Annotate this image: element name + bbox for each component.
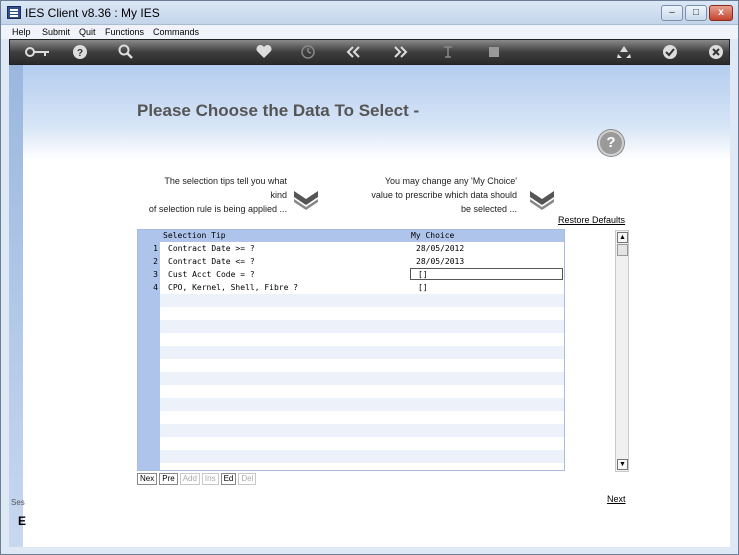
scroll-up-arrow-icon[interactable]: ▲ xyxy=(617,232,628,243)
my-choice-cell[interactable]: 28/05/2012 xyxy=(416,242,464,255)
maximize-button[interactable]: □ xyxy=(685,5,707,21)
menu-quit[interactable]: Quit xyxy=(79,25,96,39)
empty-row[interactable] xyxy=(160,333,564,346)
grid-header: Selection Tip My Choice xyxy=(138,230,564,242)
help-icon[interactable]: ? xyxy=(70,43,90,61)
empty-row[interactable] xyxy=(160,294,564,307)
row-number: 1 xyxy=(153,244,158,253)
tip-left: The selection tips tell you what kind of… xyxy=(147,174,287,216)
tip-right-line: You may change any 'My Choice' xyxy=(384,176,517,186)
app-icon xyxy=(7,6,21,19)
menu-help[interactable]: Help xyxy=(12,25,31,39)
column-header-selection-tip: Selection Tip xyxy=(163,231,226,240)
empty-row[interactable] xyxy=(160,320,564,333)
page-title: Please Choose the Data To Select - xyxy=(137,101,420,120)
my-choice-cell[interactable]: [] xyxy=(418,281,428,294)
chevron-down-icon xyxy=(530,191,554,210)
stop-icon[interactable] xyxy=(484,43,504,61)
empty-row[interactable] xyxy=(160,450,564,463)
table-row[interactable]: 4 CPO, Kernel, Shell, Fibre ? [] xyxy=(153,281,564,294)
empty-row[interactable] xyxy=(160,346,564,359)
edit-record-button[interactable]: Ed xyxy=(220,473,237,485)
delete-record-button[interactable]: Del xyxy=(238,473,257,485)
selection-tip-cell: Cust Acct Code = ? xyxy=(168,270,255,279)
add-record-button[interactable]: Add xyxy=(179,473,200,485)
text-cursor-icon[interactable] xyxy=(438,43,458,61)
next-record-button[interactable]: Nex xyxy=(137,473,158,485)
sidebar-glyph: E xyxy=(18,514,27,528)
close-button[interactable]: x xyxy=(709,5,733,21)
tip-left-line: of selection rule is being applied ... xyxy=(148,204,287,214)
menu-submit[interactable]: Submit xyxy=(42,25,70,39)
help-icon[interactable]: ? xyxy=(598,130,624,156)
selection-tip-cell: Contract Date <= ? xyxy=(168,257,255,266)
row-number: 2 xyxy=(153,257,158,266)
selection-tip-cell: CPO, Kernel, Shell, Fibre ? xyxy=(168,283,299,292)
empty-row[interactable] xyxy=(160,411,564,424)
svg-text:?: ? xyxy=(77,48,83,59)
my-choice-cell[interactable]: [] xyxy=(418,268,428,281)
key-icon[interactable] xyxy=(24,43,52,61)
heart-icon[interactable] xyxy=(254,43,274,61)
next-link[interactable]: Next xyxy=(607,494,626,504)
close-icon[interactable] xyxy=(706,43,726,61)
rewind-icon[interactable] xyxy=(344,43,364,61)
chevron-down-icon xyxy=(294,191,318,210)
recycle-icon[interactable] xyxy=(614,43,634,61)
insert-record-button[interactable]: Ins xyxy=(201,473,219,485)
previous-record-button[interactable]: Pre xyxy=(159,473,178,485)
check-icon[interactable] xyxy=(660,43,680,61)
minimize-button[interactable]: – xyxy=(661,5,683,21)
app-window: IES Client v8.36 : My IES – □ x Help Sub… xyxy=(0,0,739,555)
empty-row[interactable] xyxy=(160,437,564,450)
empty-row[interactable] xyxy=(160,307,564,320)
table-row[interactable]: 1 Contract Date >= ? 28/05/2012 xyxy=(153,242,564,255)
menu-commands[interactable]: Commands xyxy=(153,25,199,39)
selection-grid: Selection Tip My Choice 1 Contract Date … xyxy=(137,229,565,471)
scroll-down-arrow-icon[interactable]: ▼ xyxy=(617,459,628,470)
fast-forward-icon[interactable] xyxy=(390,43,410,61)
grid-nav-buttons: Nex Pre Add Ins Ed Del xyxy=(137,473,257,485)
vertical-scrollbar[interactable]: ▲ ▼ xyxy=(615,230,629,472)
title-bar: IES Client v8.36 : My IES – □ x xyxy=(1,1,738,25)
row-number: 3 xyxy=(153,270,158,279)
table-row[interactable]: 3 Cust Acct Code = ? [] xyxy=(153,268,564,281)
tip-left-line: The selection tips tell you what kind xyxy=(164,176,287,200)
session-label: Ses xyxy=(11,498,25,507)
clock-icon[interactable] xyxy=(298,43,318,61)
row-number: 4 xyxy=(153,283,158,292)
search-icon[interactable] xyxy=(116,43,136,61)
tip-right-line: be selected ... xyxy=(460,204,517,214)
my-choice-cell[interactable]: 28/05/2013 xyxy=(416,255,464,268)
table-row[interactable]: 2 Contract Date <= ? 28/05/2013 xyxy=(153,255,564,268)
empty-row[interactable] xyxy=(160,359,564,372)
empty-row[interactable] xyxy=(160,385,564,398)
menu-functions[interactable]: Functions xyxy=(105,25,144,39)
column-header-my-choice: My Choice xyxy=(411,231,455,240)
toolbar: ? xyxy=(9,39,730,65)
left-panel-strip xyxy=(9,65,23,547)
window-title: IES Client v8.36 : My IES xyxy=(25,6,160,20)
restore-defaults-link[interactable]: Restore Defaults xyxy=(558,215,625,225)
tip-right-line: value to prescribe which data should xyxy=(371,190,517,200)
my-choice-input[interactable] xyxy=(410,268,563,280)
empty-row[interactable] xyxy=(160,398,564,411)
tip-right: You may change any 'My Choice' value to … xyxy=(361,174,517,216)
menu-bar: Help Submit Quit Functions Commands xyxy=(1,25,738,39)
selection-tip-cell: Contract Date >= ? xyxy=(168,244,255,253)
empty-row[interactable] xyxy=(160,424,564,437)
empty-row[interactable] xyxy=(160,372,564,385)
scroll-thumb[interactable] xyxy=(617,244,628,256)
